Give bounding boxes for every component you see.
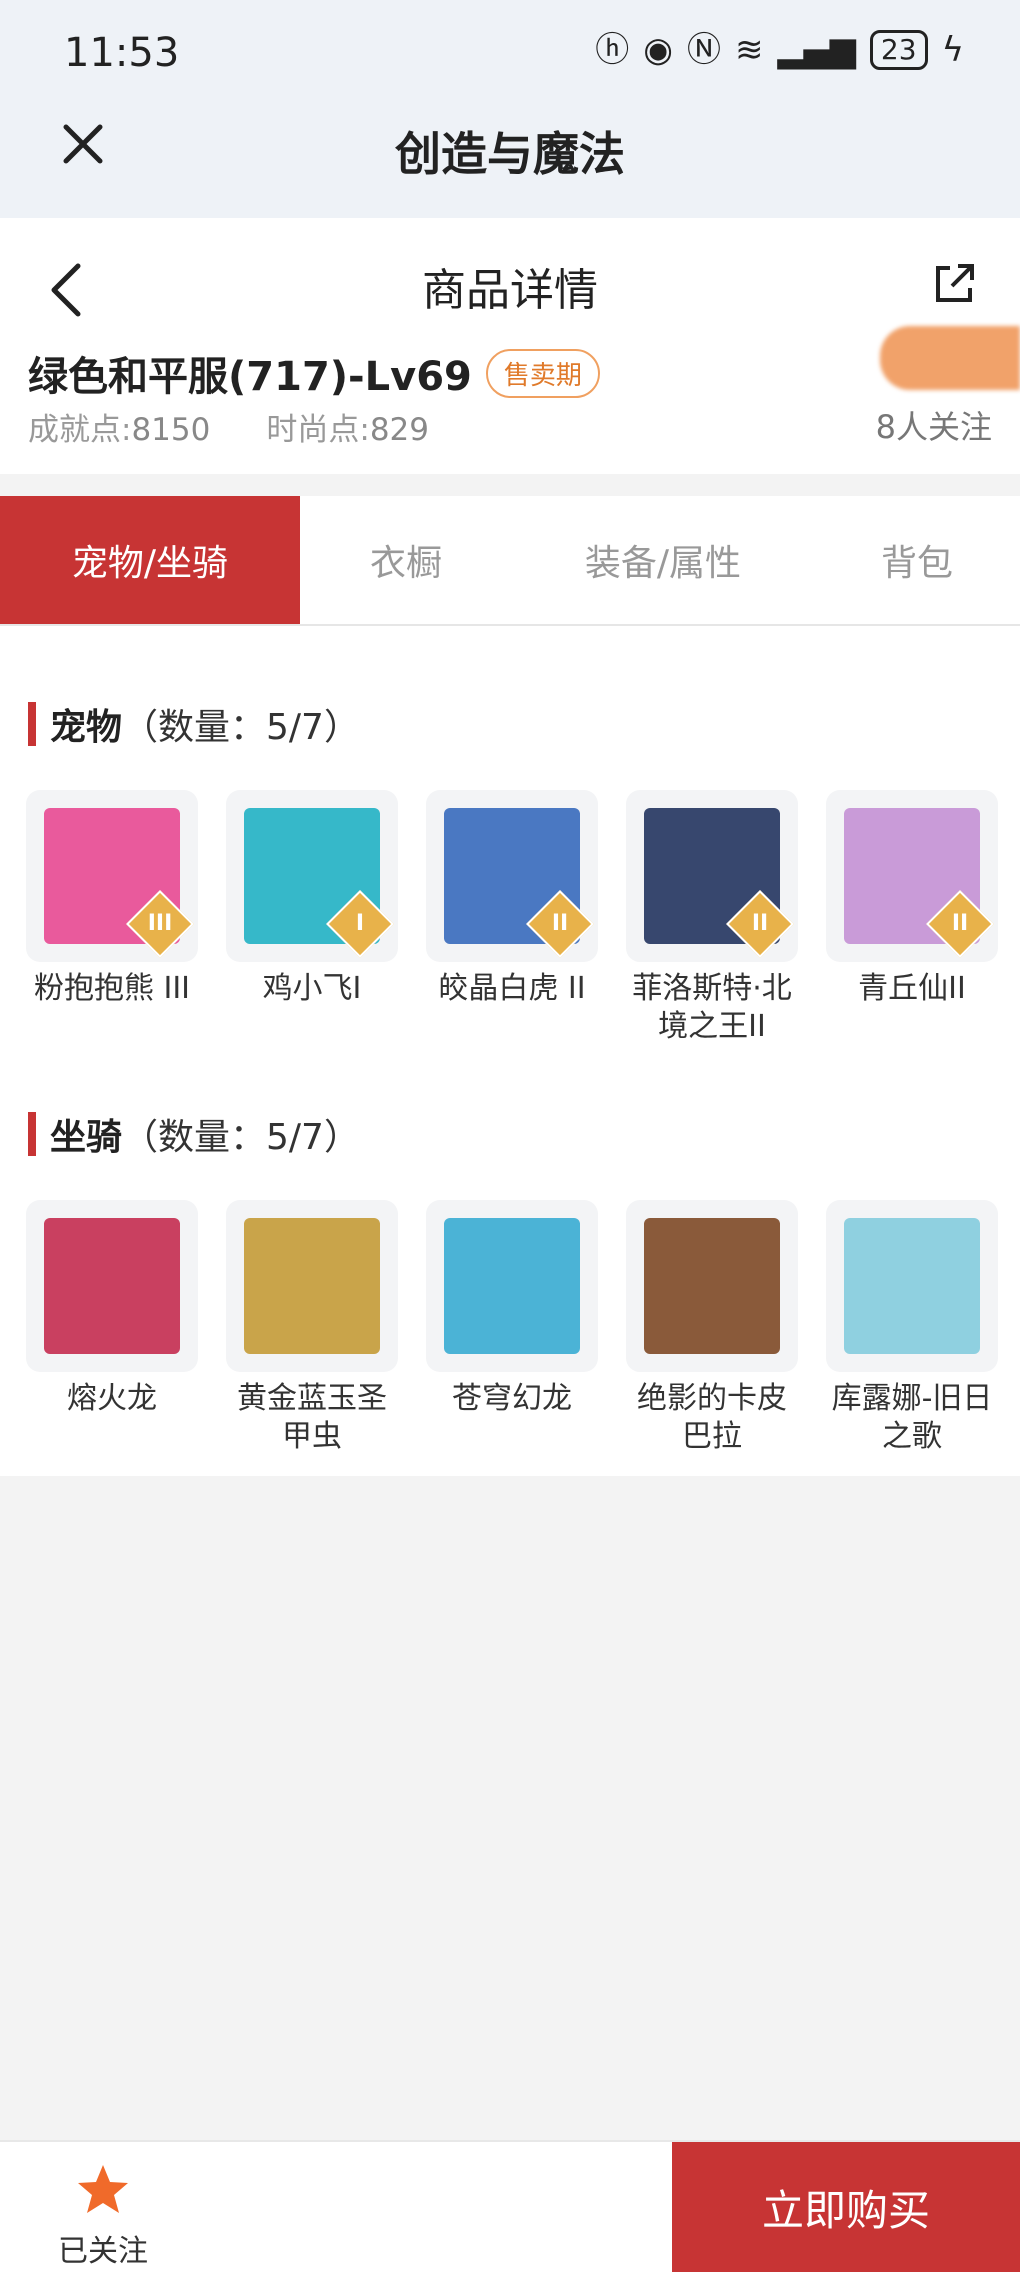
signal-icon: ▂▄▆ [777,30,856,70]
section-accent [28,702,36,746]
mount-name: 绝影的卡皮巴拉 [637,1381,787,1454]
pet-name: 粉抱抱熊 III [33,971,191,1006]
charging-icon: ϟ [941,30,964,70]
page-title: 商品详情 [422,265,598,316]
mount-image [444,1218,580,1354]
mount-thumbnail [226,1200,398,1372]
tab-wardrobe[interactable]: 衣橱 [300,496,512,624]
pet-card[interactable]: II 菲洛斯特·北境之王II [626,790,798,1046]
mount-card[interactable]: 绝影的卡皮巴拉 [626,1200,798,1456]
pet-name: 青丘仙II [858,971,966,1006]
pet-name: 菲洛斯特·北境之王II [632,971,792,1044]
follower-count: 8人关注 [875,408,992,446]
item-name-row: 绿色和平服(717)-Lv69 售卖期 [28,344,600,402]
section-accent [28,1112,36,1156]
pet-card[interactable]: III 粉抱抱熊 III [26,790,198,1046]
mount-card[interactable]: 熔火龙 [26,1200,198,1456]
hd-icon: ⓗ [595,30,630,70]
fashion-points: 时尚点:829 [266,412,429,448]
price-redacted [880,326,1020,390]
mounts-grid: 熔火龙 黄金蓝玉圣甲虫 苍穹幻龙 绝影的卡皮巴拉 库露娜-旧日之歌 [26,1200,998,1456]
pets-mounts-panel: 宠物 （数量：5/7） III 粉抱抱熊 III I 鸡小飞I II 皎晶白虎 II II 菲… [0,626,1020,1476]
item-name: 绿色和平服(717)-Lv69 [28,354,472,400]
tab-pets-mounts[interactable]: 宠物/坐骑 [0,496,300,624]
follow-button[interactable]: 已关注 [28,2162,178,2270]
mounts-section-title: 坐骑 （数量：5/7） [28,1108,360,1160]
mount-thumbnail [426,1200,598,1372]
star-icon [78,2165,128,2213]
pet-thumbnail: II [426,790,598,962]
pet-card[interactable]: II 青丘仙II [826,790,998,1046]
tab-bar: 宠物/坐骑 衣橱 装备/属性 背包 [0,496,1020,626]
share-icon[interactable] [930,260,978,308]
status-time: 11:53 [64,30,180,76]
stats-row: 成就点:8150 时尚点:829 [28,404,429,449]
pets-section-title: 宠物 （数量：5/7） [28,698,360,750]
pet-thumbnail: II [826,790,998,962]
pet-thumbnail: III [26,790,198,962]
tab-backpack[interactable]: 背包 [814,496,1020,624]
bottom-bar: 已关注 立即购买 [0,2140,1020,2272]
status-icons: ⓗ ◉ Ⓝ ≋ ▂▄▆ 23 ϟ [595,28,964,72]
buy-now-button[interactable]: 立即购买 [672,2142,1020,2272]
mount-name: 熔火龙 [67,1381,157,1416]
pet-thumbnail: II [626,790,798,962]
mount-name: 苍穹幻龙 [452,1381,572,1416]
app-header: 11:53 ⓗ ◉ Ⓝ ≋ ▂▄▆ 23 ϟ 创造与魔法 [0,0,1020,218]
mount-thumbnail [26,1200,198,1372]
pet-card[interactable]: I 鸡小飞I [226,790,398,1046]
mount-thumbnail [626,1200,798,1372]
pet-card[interactable]: II 皎晶白虎 II [426,790,598,1046]
product-detail-header: 商品详情 绿色和平服(717)-Lv69 售卖期 成就点:8150 时尚点:82… [0,218,1020,474]
mount-image [844,1218,980,1354]
mount-card[interactable]: 库露娜-旧日之歌 [826,1200,998,1456]
app-title: 创造与魔法 [395,127,625,181]
mount-image [644,1218,780,1354]
battery-icon: 23 [869,30,928,70]
pet-name: 鸡小飞I [262,971,362,1006]
pets-grid: III 粉抱抱熊 III I 鸡小飞I II 皎晶白虎 II II 菲洛斯特·北境之王II II… [26,790,998,1046]
status-badge: 售卖期 [485,348,600,398]
pet-thumbnail: I [226,790,398,962]
mount-image [44,1218,180,1354]
mount-card[interactable]: 黄金蓝玉圣甲虫 [226,1200,398,1456]
nfc-icon: Ⓝ [686,30,721,70]
follow-label: 已关注 [58,2234,148,2269]
mount-name: 库露娜-旧日之歌 [831,1381,993,1454]
mount-name: 黄金蓝玉圣甲虫 [237,1381,387,1454]
mount-image [244,1218,380,1354]
wifi-icon: ≋ [734,30,764,70]
pet-name: 皎晶白虎 II [438,971,586,1006]
tab-equipment[interactable]: 装备/属性 [512,496,814,624]
achievement-points: 成就点:8150 [28,412,211,448]
eye-icon: ◉ [643,30,673,70]
mount-thumbnail [826,1200,998,1372]
mount-card[interactable]: 苍穹幻龙 [426,1200,598,1456]
